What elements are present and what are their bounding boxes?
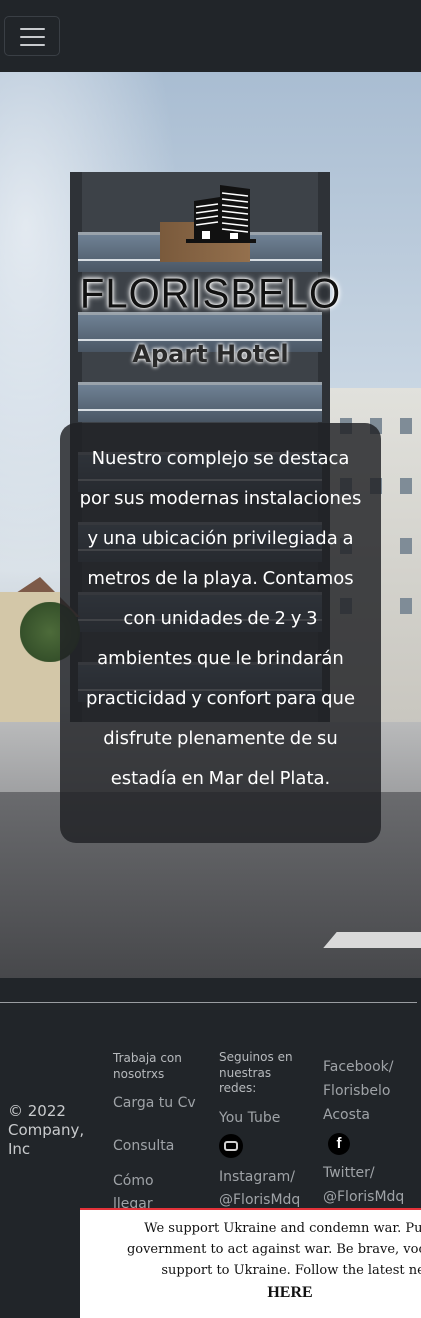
hamburger-menu-icon (20, 28, 45, 30)
facebook-link[interactable]: Facebook/ Florisbelo Acosta (323, 1055, 403, 1127)
ukraine-support-banner: We support Ukraine and condemn war. Push… (80, 1208, 421, 1318)
banner-line-3: support to Ukraine. Follow the latest ne… (161, 1263, 421, 1278)
footer-column-social-2: Facebook/ Florisbelo Acosta f Twitter/ @… (323, 1055, 421, 1209)
building-logo-icon (186, 185, 256, 243)
banner-line-1: We support Ukraine and condemn war. Push… (144, 1221, 421, 1236)
hamburger-bar-bottom (20, 44, 45, 46)
banner-news-link[interactable]: HERE (230, 1284, 350, 1302)
twitter-link[interactable]: Twitter/ @FlorisMdq (323, 1161, 413, 1209)
banner-line-2: government to act against war. Be brave,… (126, 1242, 421, 1257)
hamburger-bar-middle (20, 36, 45, 38)
brand-name: FLORISBELO (79, 270, 342, 318)
upload-cv-link[interactable]: Carga tu Cv (113, 1092, 208, 1115)
hero-background-road-mark (323, 932, 421, 948)
contact-link[interactable]: Consulta (113, 1135, 208, 1158)
description-card: Nuestro complejo se destaca por sus mode… (60, 423, 381, 843)
footer-divider (0, 1002, 417, 1003)
top-navbar (0, 0, 421, 72)
description-text: Nuestro complejo se destaca por sus mode… (79, 448, 362, 789)
copyright-text: © 2022 Company, Inc (8, 1102, 85, 1158)
facebook-icon[interactable]: f (328, 1133, 350, 1155)
brand-subtitle: Apart Hotel (132, 340, 289, 368)
footer-column-work: Trabaja con nosotrxs Carga tu Cv Consult… (113, 1050, 208, 1216)
instagram-link[interactable]: Instagram/ @FlorisMdq (219, 1166, 309, 1212)
hamburger-menu-button[interactable] (4, 16, 60, 56)
footer-heading-work: Trabaja con nosotrxs (113, 1051, 182, 1081)
youtube-link[interactable]: You Tube (219, 1107, 309, 1130)
footer-column-social: Seguinos en nuestras redes: You Tube Ins… (219, 1050, 309, 1212)
banner-text: We support Ukraine and condemn war. Push… (92, 1218, 421, 1281)
footer-heading-social: Seguinos en nuestras redes: (219, 1050, 293, 1095)
youtube-icon[interactable] (219, 1133, 243, 1158)
